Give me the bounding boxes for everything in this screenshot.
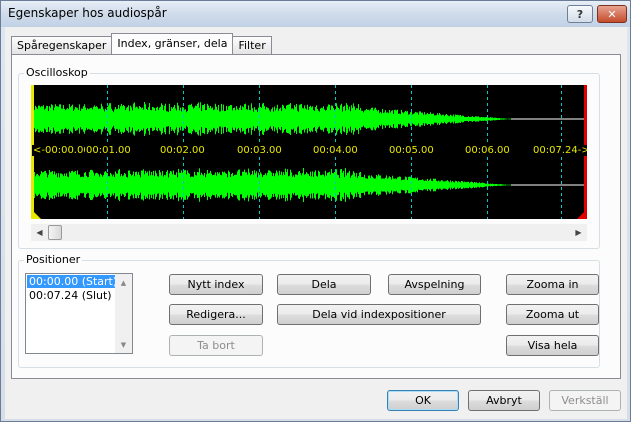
- positions-label: Positioner: [24, 253, 83, 266]
- zoom-in-button[interactable]: Zooma in: [506, 274, 599, 295]
- positions-group: Positioner 00:00.00 (Start) 00:07.24 (Sl…: [18, 253, 600, 368]
- positions-listbox[interactable]: 00:00.00 (Start) 00:07.24 (Slut) ▲ ▼: [25, 273, 133, 354]
- window-title: Egenskaper hos audiospår: [8, 6, 167, 20]
- new-index-button[interactable]: Nytt index: [169, 274, 263, 295]
- tab-strip: Spåregenskaper Index, gränser, dela Filt…: [11, 33, 272, 55]
- time-label: 00:01.00: [85, 145, 132, 156]
- help-icon: ?: [576, 7, 584, 21]
- tab-filter[interactable]: Filter: [232, 36, 272, 54]
- title-bar[interactable]: Egenskaper hos audiospår ? ✕: [1, 1, 630, 27]
- scroll-up-arrow-icon[interactable]: ▲: [115, 274, 132, 291]
- tab-index-limits-split[interactable]: Index, gränser, dela: [111, 33, 234, 54]
- oscilloscope-label: Oscilloskop: [24, 66, 90, 79]
- waveform-display[interactable]: <-00:00.00 00:01.00 00:02.00 00:03.00 00…: [31, 85, 587, 219]
- close-icon: ✕: [607, 7, 617, 21]
- time-label: 00:02.00: [159, 145, 206, 156]
- show-all-button[interactable]: Visa hela: [506, 335, 599, 356]
- time-label: 00:03.00: [236, 145, 283, 156]
- split-button[interactable]: Dela: [277, 274, 371, 295]
- start-marker-triangle-icon: [31, 209, 41, 219]
- time-label: 00:06.00: [464, 145, 511, 156]
- list-item[interactable]: 00:07.24 (Slut): [27, 289, 116, 302]
- properties-dialog: Egenskaper hos audiospår ? ✕ Spåregenska…: [0, 0, 631, 422]
- playback-button[interactable]: Avspelning: [388, 274, 481, 295]
- list-item[interactable]: 00:00.00 (Start): [27, 275, 117, 288]
- split-at-index-button[interactable]: Dela vid indexpositioner: [277, 304, 481, 325]
- scroll-right-arrow-icon[interactable]: ▶: [570, 224, 587, 241]
- time-label: 00:04.00: [312, 145, 359, 156]
- scroll-left-arrow-icon[interactable]: ◀: [31, 224, 48, 241]
- waveform-scrollbar[interactable]: ◀ ▶: [31, 224, 587, 241]
- end-marker-triangle-icon: [577, 209, 587, 219]
- waveform-channel: [31, 102, 587, 136]
- waveform-channel: [31, 167, 587, 203]
- cancel-button[interactable]: Avbryt: [468, 390, 540, 411]
- help-button[interactable]: ?: [567, 5, 593, 23]
- time-label: 00:05.00: [388, 145, 435, 156]
- scroll-down-arrow-icon[interactable]: ▼: [115, 336, 132, 353]
- scroll-thumb[interactable]: [48, 225, 62, 240]
- delete-button[interactable]: Ta bort: [169, 335, 263, 356]
- close-button[interactable]: ✕: [597, 5, 627, 23]
- tab-track-properties[interactable]: Spåregenskaper: [11, 36, 113, 54]
- apply-button[interactable]: Verkställ: [549, 390, 621, 411]
- time-label: <-00:00.00: [32, 145, 91, 156]
- oscilloscope-group: Oscilloskop <-00:00.00 00:01.00 00:02.00…: [18, 66, 600, 249]
- ok-button[interactable]: OK: [387, 390, 459, 411]
- time-label: 00:07.24->: [532, 145, 587, 156]
- dialog-client: Spåregenskaper Index, gränser, dela Filt…: [5, 27, 627, 419]
- list-scrollbar[interactable]: ▲ ▼: [115, 274, 132, 353]
- zoom-out-button[interactable]: Zooma ut: [506, 304, 599, 325]
- edit-button[interactable]: Redigera...: [169, 304, 263, 325]
